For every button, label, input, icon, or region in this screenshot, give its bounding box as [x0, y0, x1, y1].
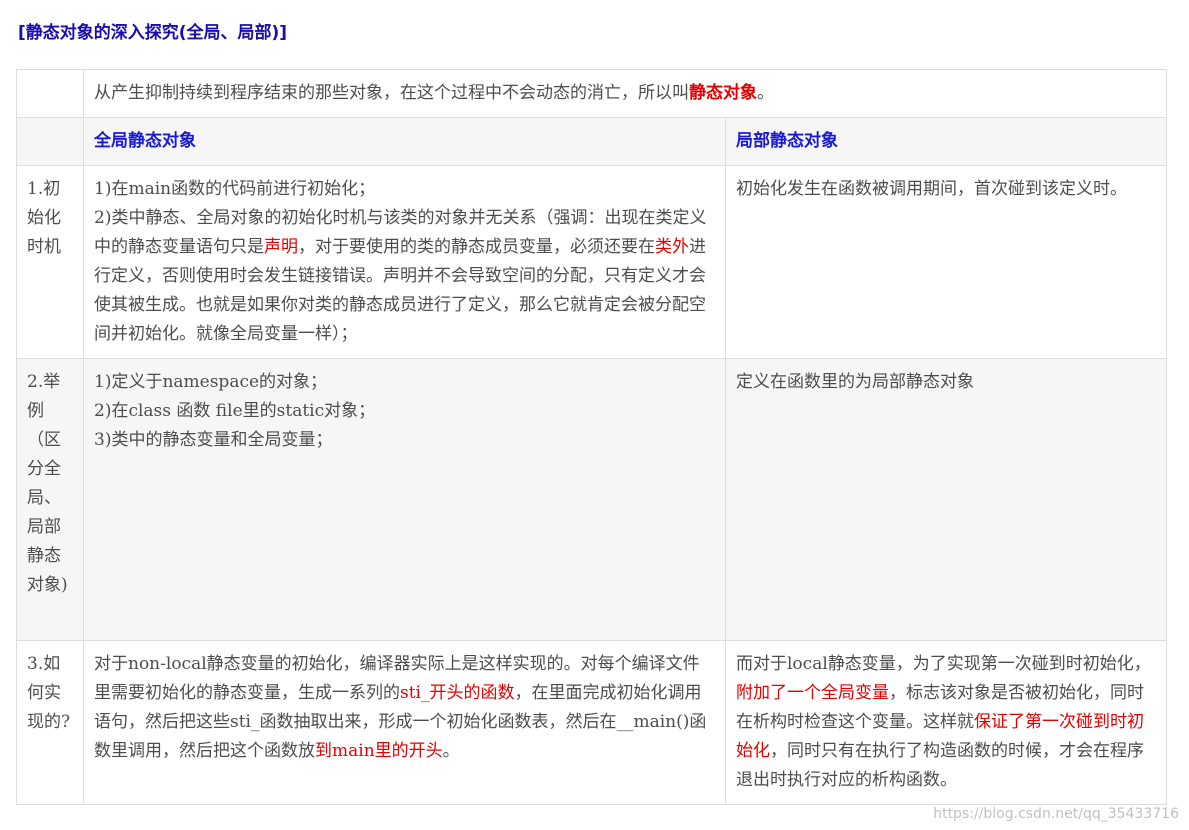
header-global-cell: 全局静态对象 [83, 117, 726, 166]
text-segment: 。 [442, 741, 460, 761]
row-label: 2.举例（区分全局、局部静态对象) [16, 358, 84, 641]
intro-row: 从产生抑制持续到程序结束的那些对象，在这个过程中不会动态的消亡，所以叫静态对象。 [16, 69, 1167, 118]
global-item: 1)在main函数的代码前进行初始化； [94, 179, 376, 199]
text-segment: 而对于local静态变量，为了实现第一次碰到时初始化， [736, 654, 1151, 674]
row-global-cell: 对于non-local静态变量的初始化，编译器实际上是这样实现的。对每个编译文件… [83, 640, 726, 805]
highlight-text: sti_开头的函数 [400, 683, 515, 703]
header-local-cell: 局部静态对象 [725, 117, 1167, 166]
row-global-cell: 1)定义于namespace的对象； 2)在class 函数 file里的sta… [83, 358, 726, 641]
global-item: 1)定义于namespace的对象； [94, 372, 328, 392]
row-label: 3.如何实现的? [16, 640, 84, 805]
intro-end: 。 [757, 83, 774, 103]
table-row: 2.举例（区分全局、局部静态对象) 1)定义于namespace的对象； 2)在… [16, 358, 1167, 641]
table-row: 3.如何实现的? 对于non-local静态变量的初始化，编译器实际上是这样实现… [16, 640, 1167, 805]
header-row: 全局静态对象 局部静态对象 [16, 117, 1167, 166]
intro-highlight: 静态对象 [689, 83, 757, 103]
row-local-cell: 初始化发生在函数被调用期间，首次碰到该定义时。 [725, 165, 1167, 359]
global-item: 2)在class 函数 file里的static对象； [94, 401, 376, 421]
row-local-cell: 定义在函数里的为局部静态对象 [725, 358, 1167, 641]
highlight-text: 类外 [655, 237, 689, 257]
global-item: 2)类中静态、全局对象的初始化时机与该类的对象并无关系（强调：出现在类定义中的静… [94, 204, 715, 349]
page-title: [静态对象的深入探究(全局、局部)] [18, 23, 288, 43]
intro-text: 从产生抑制持续到程序结束的那些对象，在这个过程中不会动态的消亡，所以叫 [94, 83, 689, 103]
intro-cell: 从产生抑制持续到程序结束的那些对象，在这个过程中不会动态的消亡，所以叫静态对象。 [83, 69, 1167, 118]
text-segment: ，同时只有在执行了构造函数的时候，才会在程序退出时执行对应的析构函数。 [736, 741, 1144, 790]
header-empty-cell [16, 117, 84, 166]
intro-empty-cell [16, 69, 84, 118]
header-local: 局部静态对象 [736, 131, 838, 151]
row-local-cell: 而对于local静态变量，为了实现第一次碰到时初始化，附加了一个全局变量，标志该… [725, 640, 1167, 805]
table-row: 1.初始化时机 1)在main函数的代码前进行初始化； 2)类中静态、全局对象的… [16, 165, 1167, 359]
text-segment: ，对于要使用的类的静态成员变量，必须还要在 [298, 237, 655, 257]
row-label: 1.初始化时机 [16, 165, 84, 359]
highlight-text: 到main里的开头 [315, 741, 443, 761]
watermark: https://blog.csdn.net/qq_35433716 [933, 806, 1179, 822]
row-global-cell: 1)在main函数的代码前进行初始化； 2)类中静态、全局对象的初始化时机与该类… [83, 165, 726, 359]
highlight-text: 附加了一个全局变量 [736, 683, 889, 703]
comparison-table: 从产生抑制持续到程序结束的那些对象，在这个过程中不会动态的消亡，所以叫静态对象。… [16, 69, 1167, 805]
highlight-text: 声明 [264, 237, 298, 257]
global-item: 3)类中的静态变量和全局变量； [94, 430, 333, 450]
header-global: 全局静态对象 [94, 131, 196, 151]
